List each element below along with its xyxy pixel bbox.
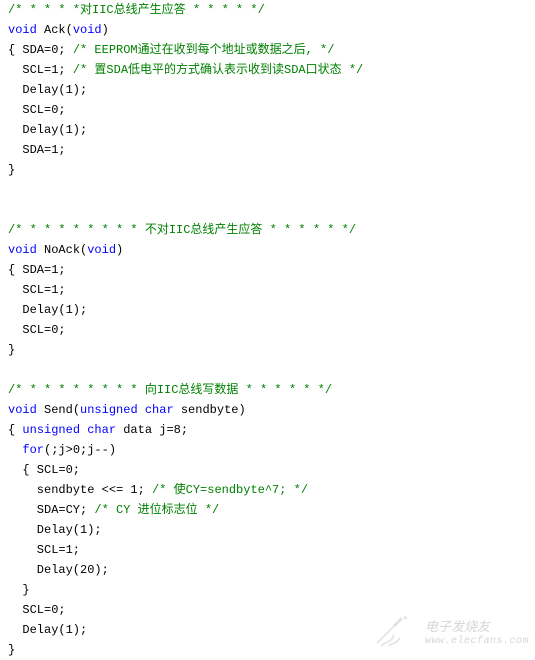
code-line: } [8,580,527,600]
code-text: } [8,583,30,597]
code-line: SDA=CY; /* CY 进位标志位 */ [8,500,527,520]
code-text: data j=8; [116,423,188,437]
code-line: SCL=1; [8,280,527,300]
code-line: SCL=0; [8,100,527,120]
code-text: SCL=1; [8,283,66,297]
code-line: } [8,340,527,360]
code-text: { SDA=0; [8,43,73,57]
keyword: char [145,403,174,417]
code-text: } [8,343,15,357]
code-text: Delay(1); [8,623,87,637]
code-text: SCL=0; [8,323,66,337]
blank-line [8,360,527,380]
code-line: /* * * * *对IIC总线产生应答 * * * * */ [8,0,527,20]
code-line: SCL=1; /* 置SDA低电平的方式确认表示收到读SDA口状态 */ [8,60,527,80]
comment: /* CY 进位标志位 */ [94,503,219,517]
code-line: for(;j>0;j--) [8,440,527,460]
code-line: { unsigned char data j=8; [8,420,527,440]
code-text: ) [116,243,123,257]
code-text: (;j>0;j--) [44,443,116,457]
code-line: Delay(1); [8,520,527,540]
keyword: void [73,23,102,37]
code-text: sendbyte <<= 1; [8,483,152,497]
code-line: { SDA=0; /* EEPROM通过在收到每个地址或数据之后, */ [8,40,527,60]
code-text: SCL=0; [8,103,66,117]
code-text: Delay(20); [8,563,109,577]
code-text: Delay(1); [8,123,87,137]
comment: /* 置SDA低电平的方式确认表示收到读SDA口状态 */ [73,63,363,77]
code-line: void NoAck(void) [8,240,527,260]
code-text: NoAck( [37,243,87,257]
soldering-iron-icon [373,613,417,656]
code-text: Delay(1); [8,83,87,97]
comment: /* * * * * * * * * 不对IIC总线产生应答 * * * * *… [8,223,356,237]
code-text: sendbyte) [174,403,246,417]
code-text: SCL=1; [8,543,80,557]
code-line: Delay(1); [8,80,527,100]
code-text [8,443,22,457]
comment: /* EEPROM通过在收到每个地址或数据之后, */ [73,43,335,57]
code-line: sendbyte <<= 1; /* 使CY=sendbyte^7; */ [8,480,527,500]
code-line: void Send(unsigned char sendbyte) [8,400,527,420]
code-line: /* * * * * * * * * 向IIC总线写数据 * * * * * *… [8,380,527,400]
code-line: Delay(1); [8,300,527,320]
keyword: char [87,423,116,437]
watermark-text: 电子发烧友 www.elecfans.com [425,621,529,649]
code-line: void Ack(void) [8,20,527,40]
code-text: SCL=1; [8,63,73,77]
keyword: unsigned [80,403,138,417]
keyword: void [8,23,37,37]
comment: /* 使CY=sendbyte^7; */ [152,483,308,497]
code-text: Ack( [37,23,73,37]
code-text: { SDA=1; [8,263,66,277]
keyword: void [87,243,116,257]
code-line: SDA=1; [8,140,527,160]
blank-line [8,200,527,220]
code-line: { SDA=1; [8,260,527,280]
code-text: SDA=CY; [8,503,94,517]
code-text: } [8,163,15,177]
code-text: Send( [37,403,80,417]
comment: /* * * * * * * * * 向IIC总线写数据 * * * * * *… [8,383,332,397]
code-line: SCL=1; [8,540,527,560]
keyword: void [8,403,37,417]
code-text: ) [102,23,109,37]
code-line: } [8,160,527,180]
code-text: { [8,423,22,437]
watermark: 电子发烧友 www.elecfans.com [373,613,529,656]
code-text [138,403,145,417]
code-line: Delay(1); [8,120,527,140]
code-text: { SCL=0; [8,463,80,477]
comment: /* * * * *对IIC总线产生应答 * * * * */ [8,3,265,17]
code-text: Delay(1); [8,523,102,537]
code-line: Delay(20); [8,560,527,580]
keyword: for [22,443,44,457]
code-line: SCL=0; [8,320,527,340]
keyword: void [8,243,37,257]
code-text: SCL=0; [8,603,66,617]
blank-line [8,180,527,200]
code-text: SDA=1; [8,143,66,157]
code-line: { SCL=0; [8,460,527,480]
watermark-cn: 电子发烧友 [425,621,529,635]
code-line: /* * * * * * * * * 不对IIC总线产生应答 * * * * *… [8,220,527,240]
code-text: Delay(1); [8,303,87,317]
watermark-url: www.elecfans.com [425,635,529,649]
keyword: unsigned [22,423,80,437]
code-text: } [8,643,15,657]
